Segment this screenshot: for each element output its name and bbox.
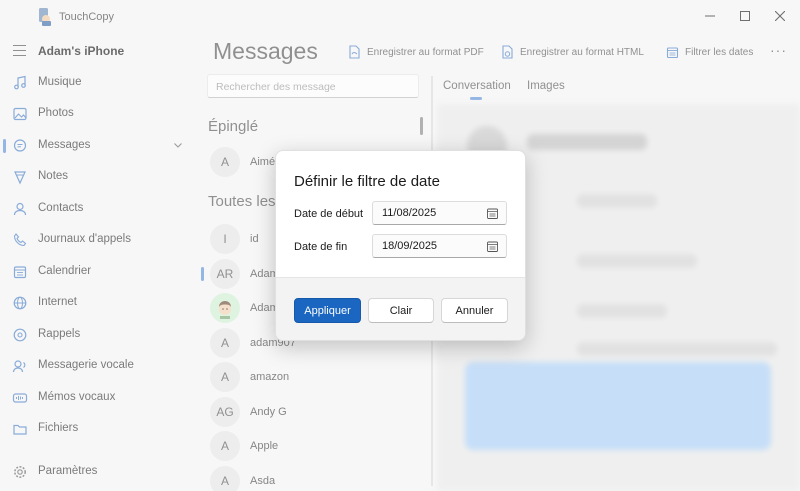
calendar-icon [487,241,498,252]
start-date-picker[interactable]: 11/08/2025 [372,201,507,225]
start-date-label: Date de début [294,208,364,220]
end-date-label: Date de fin [294,241,348,253]
start-date-value: 11/08/2025 [382,207,437,219]
clear-button[interactable]: Clair [368,298,434,323]
cancel-button[interactable]: Annuler [441,298,508,323]
dialog-title: Définir le filtre de date [294,173,440,190]
calendar-icon [487,208,498,219]
end-date-picker[interactable]: 18/09/2025 [372,234,507,258]
apply-button[interactable]: Appliquer [294,298,361,323]
end-date-value: 18/09/2025 [382,240,438,252]
dialog-footer: Appliquer Clair Annuler [276,277,525,340]
date-filter-dialog: Définir le filtre de date Date de début … [275,150,526,341]
app-window: TouchCopy Adam's iPhone Musique Photos M… [0,0,800,491]
